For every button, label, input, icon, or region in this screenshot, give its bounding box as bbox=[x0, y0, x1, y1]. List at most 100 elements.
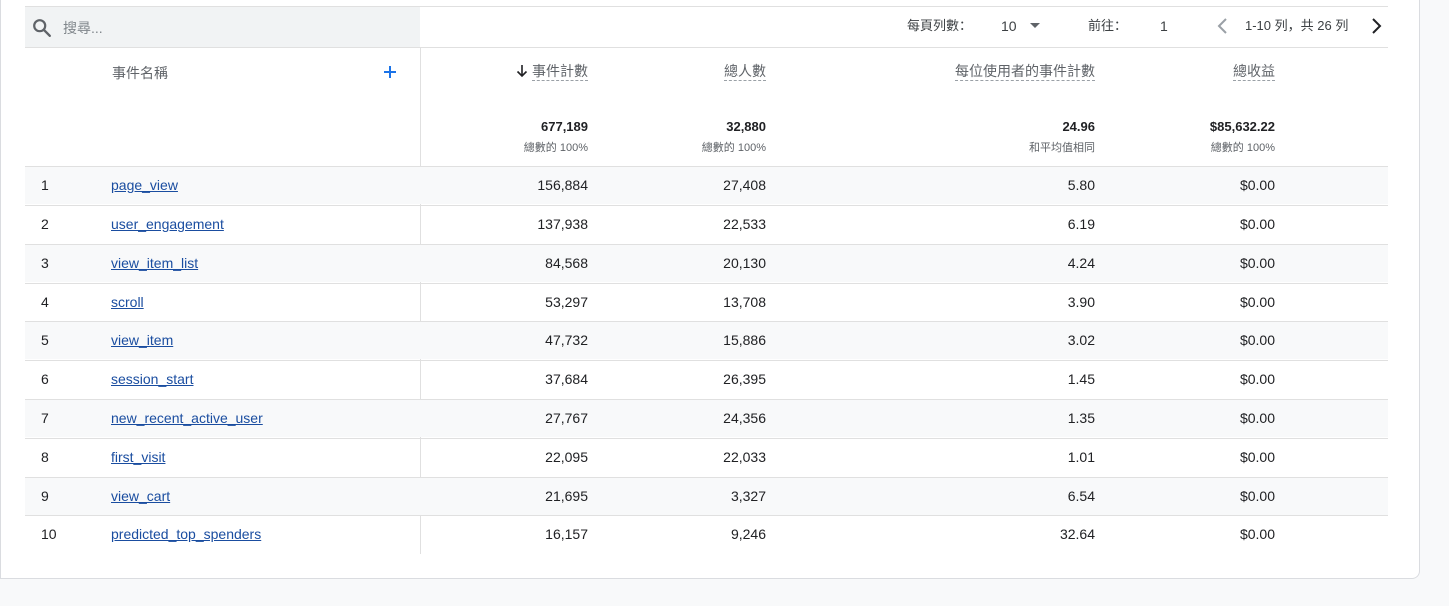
totals-sub: 總數的 100% bbox=[1210, 142, 1275, 154]
event-count-cell: 137,938 bbox=[537, 216, 588, 232]
total-users-cell: 26,395 bbox=[723, 371, 766, 387]
table-row: 6 session_start 37,684 26,395 1.45 $0.00 bbox=[25, 360, 1388, 398]
event-count-cell: 21,695 bbox=[545, 488, 588, 504]
total-users-cell: 22,033 bbox=[723, 449, 766, 465]
column-header-events-per-user[interactable]: 每位使用者的事件計數 bbox=[800, 61, 1095, 81]
table-row: 9 view_cart 21,695 3,327 6.54 $0.00 bbox=[25, 477, 1388, 515]
event-name-link[interactable]: view_item_list bbox=[111, 245, 198, 282]
event-count-cell: 27,767 bbox=[545, 410, 588, 426]
totals-events-per-user: 24.96 和平均值相同 bbox=[800, 119, 1095, 155]
totals-sub: 和平均值相同 bbox=[1029, 142, 1095, 154]
plus-icon[interactable] bbox=[383, 65, 397, 79]
total-revenue-cell: $0.00 bbox=[1239, 255, 1275, 271]
total-users-cell: 15,886 bbox=[723, 332, 766, 348]
top-divider bbox=[420, 6, 1388, 7]
row-index: 2 bbox=[41, 216, 49, 232]
events-per-user-cell: 3.02 bbox=[1067, 332, 1095, 348]
event-count-cell: 16,157 bbox=[545, 526, 588, 542]
total-revenue-cell: $0.00 bbox=[1239, 526, 1275, 542]
row-index: 5 bbox=[41, 332, 49, 348]
event-name-link[interactable]: page_view bbox=[111, 167, 178, 204]
row-index: 3 bbox=[41, 255, 49, 271]
totals-event-count: 677,189 總數的 100% bbox=[430, 119, 588, 155]
table-row: 4 scroll 53,297 13,708 3.90 $0.00 bbox=[25, 283, 1388, 321]
events-per-user-cell: 6.19 bbox=[1067, 216, 1095, 232]
column-header-total-revenue[interactable]: 總收益 bbox=[1110, 61, 1275, 81]
header-divider bbox=[25, 47, 1388, 48]
events-per-user-cell: 32.64 bbox=[1059, 526, 1095, 542]
event-count-cell: 156,884 bbox=[537, 177, 588, 193]
events-per-user-cell: 6.54 bbox=[1067, 488, 1095, 504]
column-header-event-count[interactable]: 事件計數 bbox=[430, 61, 588, 81]
table-row: 8 first_visit 22,095 22,033 1.01 $0.00 bbox=[25, 438, 1388, 476]
total-users-cell: 9,246 bbox=[730, 526, 766, 542]
rows-per-page-label: 每頁列數： bbox=[907, 18, 973, 33]
total-revenue-cell: $0.00 bbox=[1239, 294, 1275, 310]
table-row: 3 view_item_list 84,568 20,130 4.24 $0.0… bbox=[25, 244, 1388, 282]
event-count-cell: 53,297 bbox=[545, 294, 588, 310]
totals-sub: 總數的 100% bbox=[701, 142, 766, 154]
event-name-link[interactable]: session_start bbox=[111, 361, 193, 398]
rows-per-page-value: 10 bbox=[1001, 18, 1017, 34]
totals-total-revenue: $85,632.22 總數的 100% bbox=[1110, 119, 1275, 155]
total-revenue-cell: $0.00 bbox=[1239, 177, 1275, 193]
event-name-link[interactable]: new_recent_active_user bbox=[111, 400, 263, 437]
event-name-link[interactable]: user_engagement bbox=[111, 206, 224, 243]
table-row: 7 new_recent_active_user 27,767 24,356 1… bbox=[25, 399, 1388, 437]
row-index: 8 bbox=[41, 449, 49, 465]
row-index: 4 bbox=[41, 294, 49, 310]
events-per-user-cell: 1.01 bbox=[1067, 449, 1095, 465]
events-per-user-cell: 5.80 bbox=[1067, 177, 1095, 193]
event-name-link[interactable]: view_item bbox=[111, 322, 173, 359]
search-input[interactable] bbox=[63, 17, 403, 39]
totals-sub: 總數的 100% bbox=[523, 142, 588, 154]
event-name-link[interactable]: scroll bbox=[111, 284, 144, 321]
total-revenue-cell: $0.00 bbox=[1239, 371, 1275, 387]
total-users-cell: 3,327 bbox=[730, 488, 766, 504]
total-users-cell: 20,130 bbox=[723, 255, 766, 271]
goto-page-input[interactable]: 1 bbox=[1160, 17, 1168, 35]
total-users-header-label: 總人數 bbox=[724, 63, 766, 81]
total-revenue-cell: $0.00 bbox=[1239, 410, 1275, 426]
table-row: 5 view_item 47,732 15,886 3.02 $0.00 bbox=[25, 321, 1388, 359]
events-per-user-cell: 1.45 bbox=[1067, 371, 1095, 387]
event-count-cell: 37,684 bbox=[545, 371, 588, 387]
rows-per-page-select[interactable]: 10 bbox=[995, 14, 1047, 38]
table-row: 1 page_view 156,884 27,408 5.80 $0.00 bbox=[25, 166, 1388, 204]
events-per-user-header-label: 每位使用者的事件計數 bbox=[955, 63, 1095, 81]
chevron-right-icon[interactable] bbox=[1369, 17, 1383, 35]
total-revenue-cell: $0.00 bbox=[1239, 488, 1275, 504]
totals-value: 677,189 bbox=[541, 119, 588, 134]
row-index: 10 bbox=[41, 526, 57, 542]
event-count-header-label: 事件計數 bbox=[532, 63, 588, 81]
totals-total-users: 32,880 總數的 100% bbox=[600, 119, 766, 155]
chevron-left-icon[interactable] bbox=[1216, 17, 1230, 35]
search-bar bbox=[25, 6, 420, 48]
table-row: 10 predicted_top_spenders 16,157 9,246 3… bbox=[25, 515, 1388, 553]
event-count-cell: 22,095 bbox=[545, 449, 588, 465]
caret-down-icon bbox=[1030, 23, 1040, 28]
goto-label: 前往： bbox=[1088, 18, 1128, 33]
event-count-cell: 47,732 bbox=[545, 332, 588, 348]
totals-value: 32,880 bbox=[726, 119, 766, 134]
column-header-total-users[interactable]: 總人數 bbox=[600, 61, 766, 81]
row-index: 9 bbox=[41, 488, 49, 504]
table-row: 2 user_engagement 137,938 22,533 6.19 $0… bbox=[25, 205, 1388, 243]
page-range-text: 1-10 列，共 26 列 bbox=[1245, 18, 1349, 33]
total-users-cell: 22,533 bbox=[723, 216, 766, 232]
total-users-cell: 24,356 bbox=[723, 410, 766, 426]
total-revenue-header-label: 總收益 bbox=[1233, 63, 1275, 81]
events-per-user-cell: 4.24 bbox=[1067, 255, 1095, 271]
event-name-link[interactable]: view_cart bbox=[111, 478, 170, 515]
event-name-link[interactable]: predicted_top_spenders bbox=[111, 516, 261, 553]
row-index: 7 bbox=[41, 410, 49, 426]
total-users-cell: 13,708 bbox=[723, 294, 766, 310]
event-count-cell: 84,568 bbox=[545, 255, 588, 271]
events-per-user-cell: 1.35 bbox=[1067, 410, 1095, 426]
search-icon bbox=[33, 19, 51, 37]
arrow-down-icon bbox=[516, 65, 528, 78]
total-revenue-cell: $0.00 bbox=[1239, 332, 1275, 348]
event-name-link[interactable]: first_visit bbox=[111, 439, 165, 476]
total-users-cell: 27,408 bbox=[723, 177, 766, 193]
column-header-event-name: 事件名稱 bbox=[112, 65, 168, 81]
